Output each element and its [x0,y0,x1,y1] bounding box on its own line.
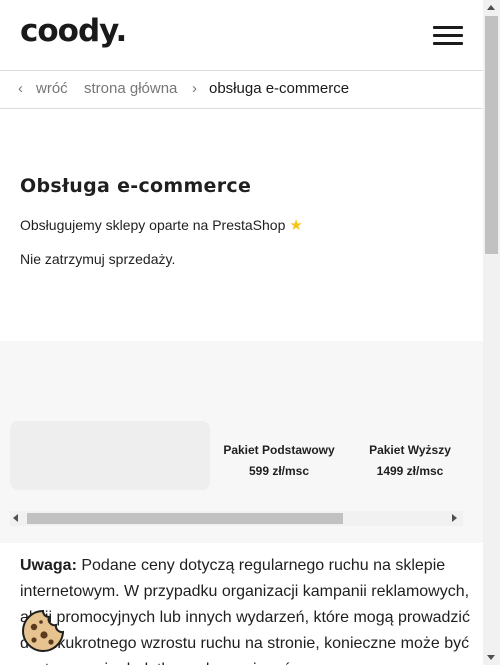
page: coody. ‹ wróć strona główna › obsługa e-… [0,0,483,665]
intro-subtext: Nie zatrzymuj sprzedaży. [20,251,176,267]
logo[interactable]: coody. [20,13,127,49]
star-icon: ★ [289,217,303,234]
note-text: Podane ceny dotyczą regularnego ruchu na… [20,557,470,665]
chevron-left-icon[interactable]: ‹ [18,80,23,97]
intro-section: Obsługa e-commerce Obsługujemy sklepy op… [0,109,483,341]
breadcrumb-current: obsługa e-commerce [209,80,350,97]
breadcrumb-back-link[interactable]: wróć [36,80,68,97]
plan-basic: Pakiet Podstawowy 599 zł/msc [216,443,342,478]
plan-name: Pakiet Podstawowy [223,443,335,457]
vertical-scrollbar[interactable] [483,0,500,665]
site-header: coody. [0,0,483,71]
breadcrumb-home-link[interactable]: strona główna [84,80,177,97]
breadcrumb: ‹ wróć strona główna › obsługa e-commerc… [0,71,483,109]
intro-text: Obsługujemy sklepy oparte na PrestaShop ★ [20,216,303,234]
pricing-section: Pakiet Podstawowy 599 zł/msc Pakiet Wyżs… [0,341,483,543]
horizontal-scrollbar-thumb[interactable] [27,513,343,524]
pricing-table-corner-cell [10,421,210,490]
plan-name: Pakiet Wyższy [369,443,451,457]
page-title: Obsługa e-commerce [20,175,252,197]
pricing-note: Uwaga: Podane ceny dotyczą regularnego r… [20,553,470,665]
plan-higher: Pakiet Wyższy 1499 zł/msc [357,443,463,478]
chevron-right-icon: › [192,80,197,97]
horizontal-scrollbar[interactable] [10,511,463,526]
plan-price: 599 zł/msc [248,464,310,478]
scroll-up-arrow-icon[interactable] [487,5,495,10]
hamburger-menu-icon[interactable] [433,26,463,46]
plan-price: 1499 zł/msc [376,464,444,478]
cookie-icon[interactable] [20,608,66,654]
note-label: Uwaga: [20,557,77,574]
vertical-scrollbar-thumb[interactable] [485,16,498,254]
scroll-right-arrow-icon[interactable] [452,514,457,522]
scroll-left-arrow-icon[interactable] [13,514,18,522]
intro-text-label: Obsługujemy sklepy oparte na PrestaShop [20,217,286,233]
scroll-down-arrow-icon[interactable] [487,655,495,660]
